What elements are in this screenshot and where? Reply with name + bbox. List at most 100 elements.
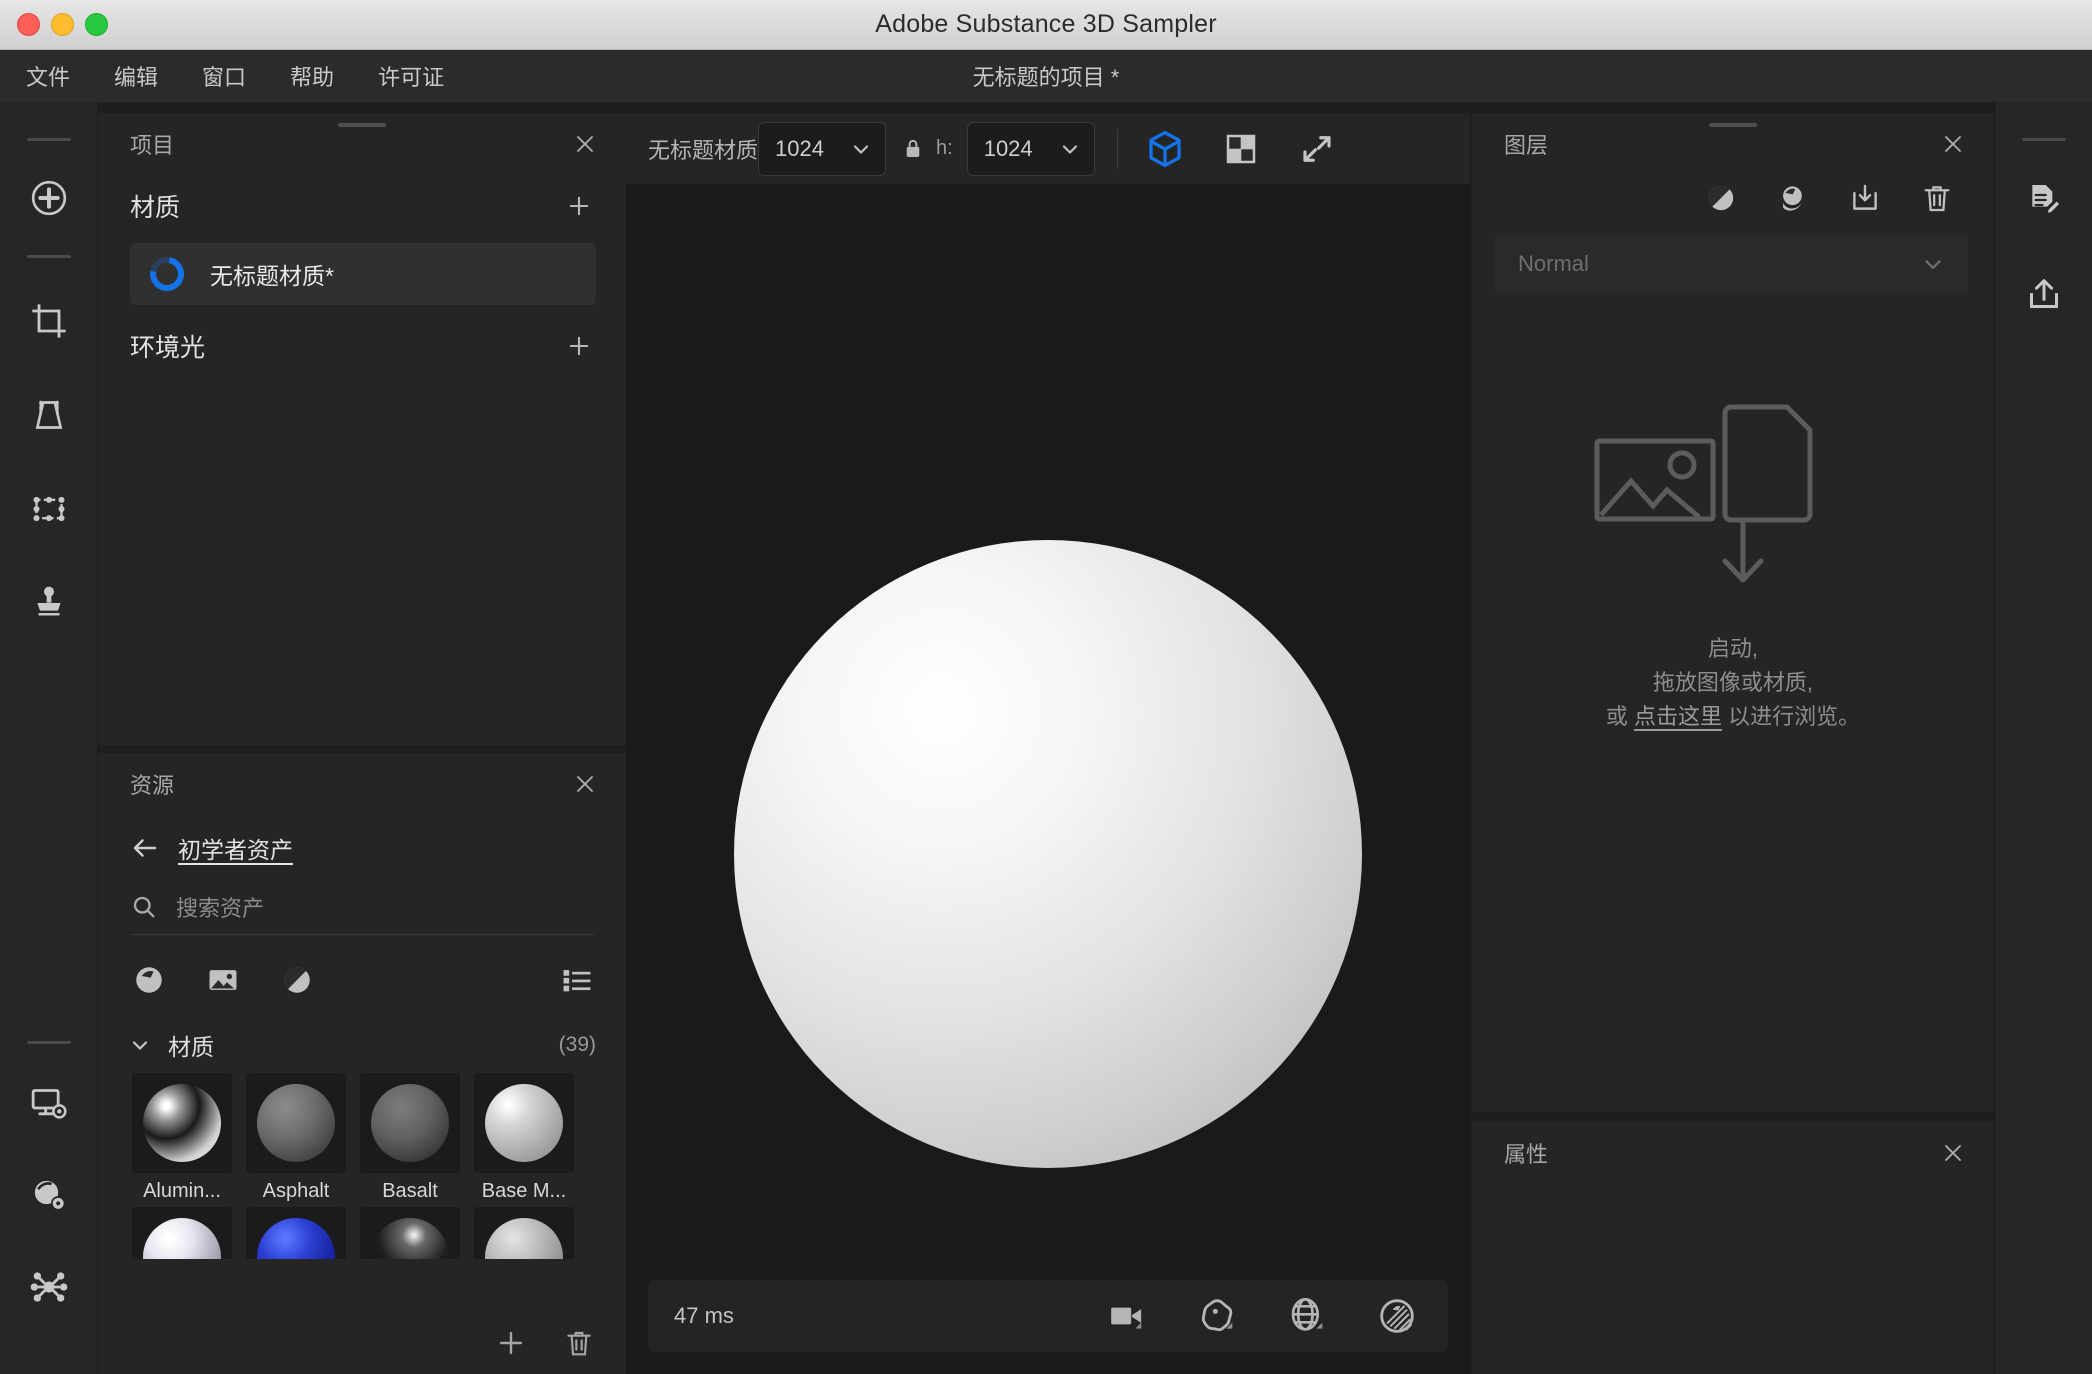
material-list-item[interactable]: 无标题材质* [130, 243, 596, 305]
properties-panel: 属性 [1472, 1122, 1994, 1374]
blend-mode-dropdown[interactable]: Normal [1494, 235, 1968, 293]
view-2d-button[interactable] [1214, 122, 1268, 176]
chevron-down-icon [853, 144, 869, 154]
asset-item[interactable]: Basalt [360, 1073, 460, 1203]
filter-circle-icon[interactable] [280, 963, 314, 997]
rail-transform[interactable] [18, 478, 80, 540]
arrow-down-icon [1722, 518, 1764, 583]
materials-group-header[interactable]: 材质 (39) [98, 1021, 626, 1073]
layers-panel-title: 图层 [1504, 133, 1549, 158]
view-3d-button[interactable] [1138, 122, 1192, 176]
viewport-canvas[interactable]: 47 ms [626, 185, 1470, 1374]
width-dropdown[interactable]: 1024 [758, 121, 887, 176]
rail-document-edit[interactable] [2013, 169, 2075, 231]
asset-item[interactable]: Base M... [474, 1073, 574, 1203]
rail-node-graph[interactable] [18, 1256, 80, 1318]
menu-file[interactable]: 文件 [26, 54, 70, 98]
asset-item[interactable]: Asphalt [246, 1073, 346, 1203]
menu-items: 文件 编辑 窗口 帮助 许可证 [0, 54, 444, 98]
materials-section-header: 材质 [98, 175, 626, 237]
asset-item[interactable]: Alumin... [132, 1073, 232, 1203]
breadcrumb: 初学者资产 [98, 815, 626, 873]
environment-settings-button[interactable] [1282, 1291, 1332, 1341]
dropzone-line-3: 或 点击这里 以进行浏览。 [1606, 700, 1860, 734]
toolbar-divider [1116, 128, 1118, 169]
viewport-toolbar: 无标题材质 1024 h: 1024 [626, 113, 1470, 185]
breadcrumb-link[interactable]: 初学者资产 [178, 831, 293, 865]
aspect-lock[interactable]: h: [900, 136, 953, 162]
material-preview-button[interactable] [1372, 1291, 1422, 1341]
materials-group-count: (39) [558, 1033, 596, 1056]
asset-thumbnail[interactable] [474, 1073, 574, 1173]
menu-window[interactable]: 窗口 [202, 54, 246, 98]
close-icon[interactable] [1938, 129, 1968, 159]
import-icon[interactable] [1848, 181, 1882, 215]
material-sphere-preview[interactable] [734, 540, 1362, 1168]
camera-settings-button[interactable] [1102, 1291, 1152, 1341]
viewport: 无标题材质 1024 h: 1024 47 ms [626, 113, 1470, 1374]
fullscreen-button[interactable] [1290, 122, 1344, 176]
title-bar: Adobe Substance 3D Sampler [0, 0, 2092, 50]
asset-thumbnail[interactable] [132, 1073, 232, 1173]
dropzone-suffix: 以进行浏览。 [1722, 704, 1861, 730]
asset-label: Base M... [481, 1180, 567, 1202]
asset-thumbnail[interactable] [474, 1207, 574, 1259]
menu-bar: 文件 编辑 窗口 帮助 许可证 无标题的项目 * [0, 50, 2092, 102]
adjustment-icon[interactable] [1704, 181, 1738, 215]
material-preview [485, 1218, 563, 1259]
menu-edit[interactable]: 编辑 [114, 54, 158, 98]
viewport-status-bar: 47 ms [648, 1280, 1448, 1352]
material-preview [143, 1084, 221, 1162]
assets-add-button[interactable] [494, 1326, 528, 1360]
trash-icon[interactable] [1920, 181, 1954, 215]
asset-label: Asphalt [262, 1180, 330, 1202]
asset-filters [98, 935, 626, 1021]
file-icon [1722, 404, 1813, 523]
add-environment-button[interactable] [562, 329, 596, 363]
shape-settings-button[interactable] [1192, 1291, 1242, 1341]
rail-display-settings[interactable] [18, 1072, 80, 1134]
assets-panel: 资源 初学者资产 搜索资产 材质 (39) Alumin... Asphalt … [98, 753, 626, 1374]
image-icon[interactable] [206, 963, 240, 997]
search-input[interactable]: 搜索资产 [130, 879, 594, 935]
material-sphere-icon[interactable] [132, 963, 166, 997]
left-toolbar [0, 102, 98, 1374]
rail-divider-mid [26, 255, 71, 258]
environment-section-label: 环境光 [130, 334, 206, 362]
height-value: 1024 [983, 135, 1033, 161]
close-icon[interactable] [570, 129, 600, 159]
rail-crop[interactable] [18, 290, 80, 352]
asset-thumbnail[interactable] [132, 1207, 232, 1259]
search-icon [130, 893, 158, 921]
paint-3d-icon[interactable] [1776, 181, 1810, 215]
rail-add[interactable] [18, 167, 80, 229]
project-panel-header: 项目 [98, 113, 626, 175]
arrow-left-icon[interactable] [130, 833, 160, 863]
chevron-down-icon [1062, 144, 1077, 154]
rail-export[interactable] [2013, 263, 2075, 325]
rail-perspective[interactable] [18, 384, 80, 446]
menu-license[interactable]: 许可证 [378, 54, 444, 98]
rail-render-settings[interactable] [18, 1164, 80, 1226]
asset-thumbnail[interactable] [360, 1207, 460, 1259]
assets-panel-title: 资源 [130, 773, 175, 798]
loading-spinner-icon [143, 250, 191, 298]
asset-thumbnail[interactable] [360, 1073, 460, 1173]
asset-thumbnail[interactable] [246, 1073, 346, 1173]
close-icon[interactable] [1938, 1138, 1968, 1168]
layer-tools [1472, 175, 1994, 227]
close-icon[interactable] [570, 769, 600, 799]
menu-help[interactable]: 帮助 [290, 54, 334, 98]
asset-thumbnail[interactable] [246, 1207, 346, 1259]
trash-icon[interactable] [562, 1326, 596, 1360]
height-dropdown[interactable]: 1024 [966, 121, 1095, 176]
add-material-button[interactable] [562, 189, 596, 223]
assets-panel-header: 资源 [98, 753, 626, 815]
blend-mode-value: Normal [1518, 251, 1589, 276]
browse-link[interactable]: 点击这里 [1634, 704, 1722, 729]
search-placeholder: 搜索资产 [176, 895, 265, 921]
layers-panel-header: 图层 [1472, 113, 1994, 175]
rail-clone-stamp[interactable] [18, 572, 80, 634]
list-view-icon[interactable] [560, 963, 594, 997]
layer-dropzone[interactable]: 启动, 拖放图像或材质, 或 点击这里 以进行浏览。 [1472, 393, 1994, 734]
